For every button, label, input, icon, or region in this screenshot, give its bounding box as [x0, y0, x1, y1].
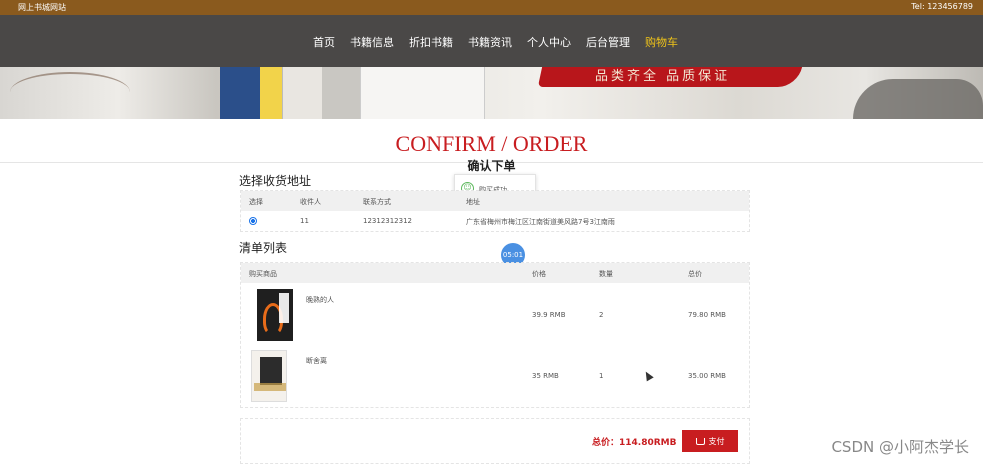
- nav-item-books[interactable]: 书籍信息: [350, 34, 394, 50]
- cart-section-title: 清单列表: [239, 241, 288, 255]
- address-section-title: 选择收货地址: [239, 174, 312, 188]
- receiver-cell: 11: [300, 217, 309, 225]
- phone-number: Tel: 123456789: [911, 2, 973, 11]
- product-name[interactable]: 断舍离: [306, 356, 327, 366]
- nav-item-cart[interactable]: 购物车: [645, 34, 678, 50]
- nav-item-admin[interactable]: 后台管理: [586, 34, 630, 50]
- hero-banner: 品类齐全 品质保证: [0, 67, 983, 119]
- cart-icon: [695, 437, 705, 445]
- col-header-price: 价格: [532, 270, 546, 278]
- table-row: 断舍离 35 RMB 1 35.00 RMB: [241, 346, 749, 406]
- banner-book-image: [260, 67, 282, 119]
- col-header-address: 地址: [466, 198, 480, 206]
- nav-item-user-center[interactable]: 个人中心: [527, 34, 571, 50]
- col-header-subtotal: 总价: [688, 270, 702, 278]
- banner-book-image: [220, 67, 260, 119]
- product-name[interactable]: 晚熟的人: [306, 295, 334, 305]
- banner-rock-decoration: [853, 79, 983, 119]
- qty-cell: 1: [599, 372, 604, 380]
- subtotal-cell: 79.80 RMB: [688, 311, 726, 319]
- main-nav: 首页 书籍信息 折扣书籍 书籍资讯 个人中心 后台管理 购物车: [0, 15, 983, 67]
- watermark-text: CSDN @小阿杰学长: [831, 438, 969, 456]
- table-row[interactable]: 11 12312312312 广东省梅州市梅江区江南街道美风路7号3江南雨: [241, 211, 749, 231]
- address-table-header: 选择 收件人 联系方式 地址: [241, 191, 749, 211]
- banner-book-image: [360, 67, 485, 119]
- qty-cell: 2: [599, 311, 604, 319]
- nav-item-discount-books[interactable]: 折扣书籍: [409, 34, 453, 50]
- page-title-en: CONFIRM / ORDER: [395, 131, 588, 156]
- nav-item-book-news[interactable]: 书籍资讯: [468, 34, 512, 50]
- table-row: 晚熟的人 39.9 RMB 2 79.80 RMB: [241, 284, 749, 344]
- site-name: 网上书城网站: [18, 3, 66, 12]
- price-cell: 35 RMB: [532, 372, 559, 380]
- col-header-select: 选择: [249, 198, 263, 206]
- col-header-product: 购买商品: [249, 270, 277, 278]
- nav-item-home[interactable]: 首页: [313, 34, 335, 50]
- banner-branch-decoration: [10, 72, 130, 112]
- col-header-receiver: 收件人: [300, 198, 321, 206]
- banner-slogan: 品类齐全 品质保证: [595, 69, 731, 84]
- banner-book-image: [282, 67, 322, 119]
- col-header-qty: 数量: [599, 270, 613, 278]
- phone-cell: 12312312312: [363, 217, 412, 225]
- cart-table-header: 购买商品 价格 数量 总价: [241, 263, 749, 283]
- subtotal-cell: 35.00 RMB: [688, 372, 726, 380]
- banner-book-image: [322, 67, 360, 119]
- total-price: 总价：114.80RMB: [592, 438, 677, 448]
- book-cover-image[interactable]: [257, 289, 293, 341]
- top-bar: 网上书城网站 Tel: 123456789: [0, 0, 983, 15]
- price-cell: 39.9 RMB: [532, 311, 566, 319]
- page-title-cn: 确认下单: [467, 159, 516, 173]
- col-header-phone: 联系方式: [363, 198, 391, 206]
- pay-button[interactable]: 支付: [682, 430, 738, 452]
- address-cell: 广东省梅州市梅江区江南街道美风路7号3江南雨: [466, 218, 615, 226]
- pay-button-label: 支付: [708, 436, 725, 446]
- book-cover-image[interactable]: [251, 350, 287, 402]
- address-radio[interactable]: [249, 217, 257, 225]
